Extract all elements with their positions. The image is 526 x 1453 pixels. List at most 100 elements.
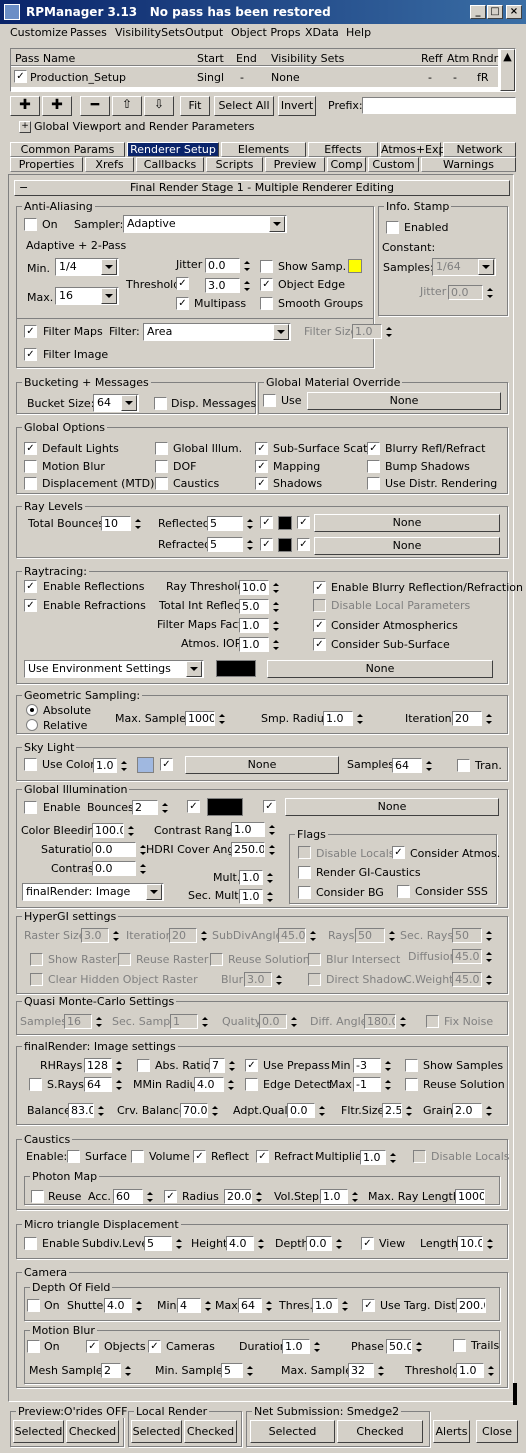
tab2-5[interactable]: Comp [327, 157, 366, 172]
blur-field-spinner-icon[interactable] [274, 972, 284, 988]
color-bleeding-field-spinner-icon[interactable] [126, 823, 136, 839]
clear-hidden-checkbox[interactable] [30, 973, 43, 986]
length-field[interactable]: 10.0 [457, 1236, 483, 1251]
rays-field-spinner-icon[interactable] [387, 928, 397, 944]
disp-messages-checkbox[interactable] [154, 397, 167, 410]
col-atm[interactable]: Atm [447, 52, 469, 65]
max-dropdown-arrow-icon[interactable] [101, 288, 117, 304]
hdri-field[interactable]: 250.0 [231, 842, 265, 857]
duration-field-spinner-icon[interactable] [312, 1339, 322, 1355]
qmc-sec-samp-field-spinner-icon[interactable] [200, 1014, 210, 1030]
reuse-solution-checkbox[interactable] [210, 953, 223, 966]
consider-atm-checkbox[interactable]: ✓ [313, 619, 326, 632]
mb-on-checkbox[interactable] [27, 1340, 40, 1353]
show-samp-color-swatch[interactable] [348, 259, 362, 273]
refracted-map-checkbox[interactable]: ✓ [297, 538, 310, 551]
enable-reflections-checkbox[interactable]: ✓ [24, 580, 37, 593]
abs-ratio-field-spinner-icon[interactable] [227, 1058, 237, 1074]
menu-xdata[interactable]: XData [305, 26, 339, 39]
menu-help[interactable]: Help [346, 26, 371, 39]
raster-size-field-spinner-icon[interactable] [111, 928, 121, 944]
grain-field-spinner-icon[interactable] [484, 1103, 494, 1119]
refracted-map-button[interactable]: None [314, 537, 500, 555]
tab2-2[interactable]: Callbacks [136, 157, 204, 172]
constant-samples-dropdown-arrow-icon[interactable] [478, 259, 494, 275]
max-ray-field[interactable]: 10000 [455, 1189, 485, 1204]
remove-pass-icon[interactable]: ━ [80, 96, 110, 116]
qmc-quality-field[interactable]: 0.0 [259, 1014, 287, 1029]
saturation-field[interactable]: 0.0 [92, 842, 136, 857]
raster-size-field[interactable]: 3.0 [81, 928, 109, 943]
prefix-input[interactable] [362, 97, 516, 114]
gi-color-checkbox[interactable]: ✓ [187, 800, 200, 813]
cameras-checkbox[interactable]: ✓ [148, 1340, 161, 1353]
sky-samples-field-spinner-icon[interactable] [424, 758, 434, 774]
blur-intersect-checkbox[interactable] [308, 953, 321, 966]
constant-jitter-field[interactable]: 0.0 [448, 285, 483, 300]
reuse-raster-checkbox[interactable] [118, 953, 131, 966]
cam-threshold-field-spinner-icon[interactable] [486, 1363, 496, 1379]
global-option-checkbox-0[interactable]: ✓ [24, 442, 37, 455]
cweight-field-spinner-icon[interactable] [484, 972, 494, 988]
use-prepass-checkbox[interactable]: ✓ [245, 1059, 258, 1072]
adpt-qual-field-spinner-icon[interactable] [317, 1103, 327, 1119]
flags-consider-sss-checkbox[interactable] [397, 885, 410, 898]
environment-color-swatch[interactable] [216, 660, 256, 677]
global-option-checkbox-3[interactable]: ✓ [367, 442, 380, 455]
radius-checkbox[interactable]: ✓ [164, 1190, 177, 1203]
pass-list-scrollbar[interactable]: ▲ [500, 49, 515, 91]
tab1-3[interactable]: Effects [308, 142, 378, 157]
atmos-ior-field[interactable]: 1.0 [239, 637, 269, 652]
close-icon[interactable]: × [506, 5, 522, 19]
global-option-checkbox-9[interactable] [155, 477, 168, 490]
pass-enabled-checkbox[interactable]: ✓ [14, 70, 27, 83]
diffusion-field[interactable]: 45.0 [452, 949, 482, 964]
qmc-diff-angle-field-spinner-icon[interactable] [398, 1014, 408, 1030]
sky-map-button[interactable]: None [185, 756, 339, 774]
diffusion-field-spinner-icon[interactable] [484, 949, 494, 965]
dof-max-field[interactable]: 64 [238, 1298, 262, 1313]
sky-color-swatch[interactable] [137, 757, 154, 773]
object-edge-checkbox[interactable]: ✓ [260, 278, 273, 291]
total-bounces-field[interactable]: 10 [101, 516, 131, 531]
global-option-checkbox-4[interactable] [24, 460, 37, 473]
use-targ-checkbox[interactable]: ✓ [362, 1299, 375, 1312]
scrollbar-thumb[interactable] [513, 1383, 517, 1405]
targ-field[interactable]: 200.0 [456, 1298, 486, 1313]
global-option-checkbox-8[interactable] [24, 477, 37, 490]
tab2-6[interactable]: Custom [368, 157, 419, 172]
tab2-0[interactable]: Properties [10, 157, 83, 172]
tab1-1[interactable]: Renderer Setup [127, 142, 219, 157]
sky-map-checkbox[interactable]: ✓ [160, 758, 173, 771]
min-samples-field[interactable]: 5 [221, 1363, 243, 1378]
tab2-4[interactable]: Preview [265, 157, 325, 172]
cam-threshold-field[interactable]: 1.0 [456, 1363, 484, 1378]
radius-field-spinner-icon[interactable] [254, 1189, 264, 1205]
thres-field[interactable]: 1.0 [312, 1298, 338, 1313]
global-option-checkbox-2[interactable]: ✓ [255, 442, 268, 455]
surface-checkbox[interactable] [67, 1150, 80, 1163]
micro-enable-checkbox[interactable] [24, 1237, 37, 1250]
global-option-checkbox-7[interactable] [367, 460, 380, 473]
subdiv-angle-field[interactable]: 45.0 [278, 928, 306, 943]
cam-max-samples-field-spinner-icon[interactable] [376, 1363, 386, 1379]
qmc-samples-field[interactable]: 16 [64, 1014, 92, 1029]
jitter-field[interactable]: 0.0 [205, 258, 240, 273]
fltr-size-field-spinner-icon[interactable] [404, 1103, 414, 1119]
sky-color-field-spinner-icon[interactable] [119, 758, 129, 774]
view-checkbox[interactable]: ✓ [361, 1237, 374, 1250]
gi-engine-dropdown[interactable]: finalRender: Image [22, 883, 164, 901]
show-raster-checkbox[interactable] [30, 953, 43, 966]
acc-field[interactable]: 60 [113, 1189, 143, 1204]
global-option-checkbox-10[interactable]: ✓ [255, 477, 268, 490]
dof-min-field[interactable]: 4 [177, 1298, 201, 1313]
preview-selected-button[interactable]: Selected [13, 1420, 64, 1443]
local-checked-button[interactable]: Checked [184, 1420, 237, 1443]
reflect-checkbox[interactable]: ✓ [193, 1150, 206, 1163]
consider-sss-checkbox[interactable]: ✓ [313, 638, 326, 651]
volume-checkbox[interactable] [131, 1150, 144, 1163]
aa-on-checkbox[interactable] [24, 218, 37, 231]
reflected-map-button[interactable]: None [314, 514, 500, 532]
reflected-map-checkbox[interactable]: ✓ [297, 516, 310, 529]
direct-shadow-checkbox[interactable] [308, 973, 321, 986]
